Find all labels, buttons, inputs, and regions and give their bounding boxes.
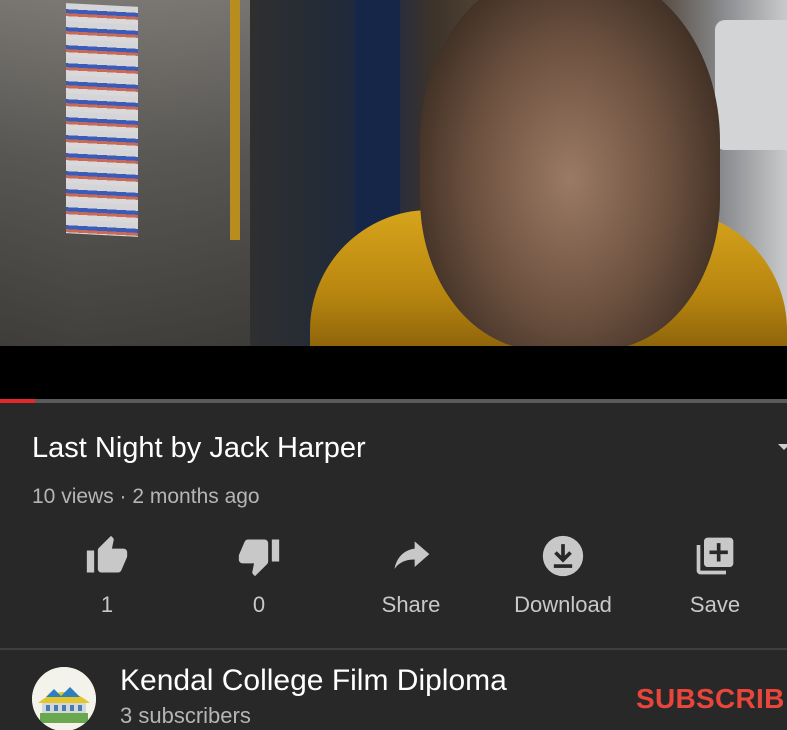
frame-pole (230, 0, 240, 240)
video-frame[interactable] (0, 0, 787, 346)
share-icon (387, 532, 435, 580)
progress-bar[interactable] (0, 399, 787, 403)
channel-avatar[interactable] (32, 667, 96, 730)
subscriber-count: 3 subscribers (120, 703, 251, 728)
frame-person (420, 0, 720, 346)
add-to-playlist-icon (691, 532, 739, 580)
like-count: 1 (100, 592, 114, 617)
thumbs-down-icon (235, 532, 283, 580)
download-label: Download (514, 592, 612, 617)
save-label: Save (689, 592, 741, 617)
frame-car (715, 20, 787, 150)
video-meta: 10 views · 2 months ago (32, 485, 260, 508)
dislike-button[interactable]: 0 (184, 532, 334, 618)
subscribe-button[interactable]: SUBSCRIB (636, 683, 785, 715)
frame-sign (66, 3, 138, 237)
video-title[interactable]: Last Night by Jack Harper (32, 432, 366, 465)
channel-name[interactable]: Kendal College Film Diploma (120, 664, 507, 698)
expand-description-icon[interactable] (778, 444, 787, 450)
share-label: Share (381, 592, 441, 617)
video-player[interactable] (0, 0, 787, 400)
action-bar: 1 0 Share Download Save (0, 532, 787, 627)
progress-bar-fill (0, 399, 36, 403)
download-icon (539, 532, 587, 580)
thumbs-up-icon (83, 532, 131, 580)
like-button[interactable]: 1 (32, 532, 182, 618)
share-button[interactable]: Share (336, 532, 486, 618)
dislike-count: 0 (252, 592, 266, 617)
download-button[interactable]: Download (488, 532, 638, 618)
divider (0, 648, 787, 650)
save-button[interactable]: Save (640, 532, 787, 618)
channel-logo-icon (32, 667, 96, 730)
